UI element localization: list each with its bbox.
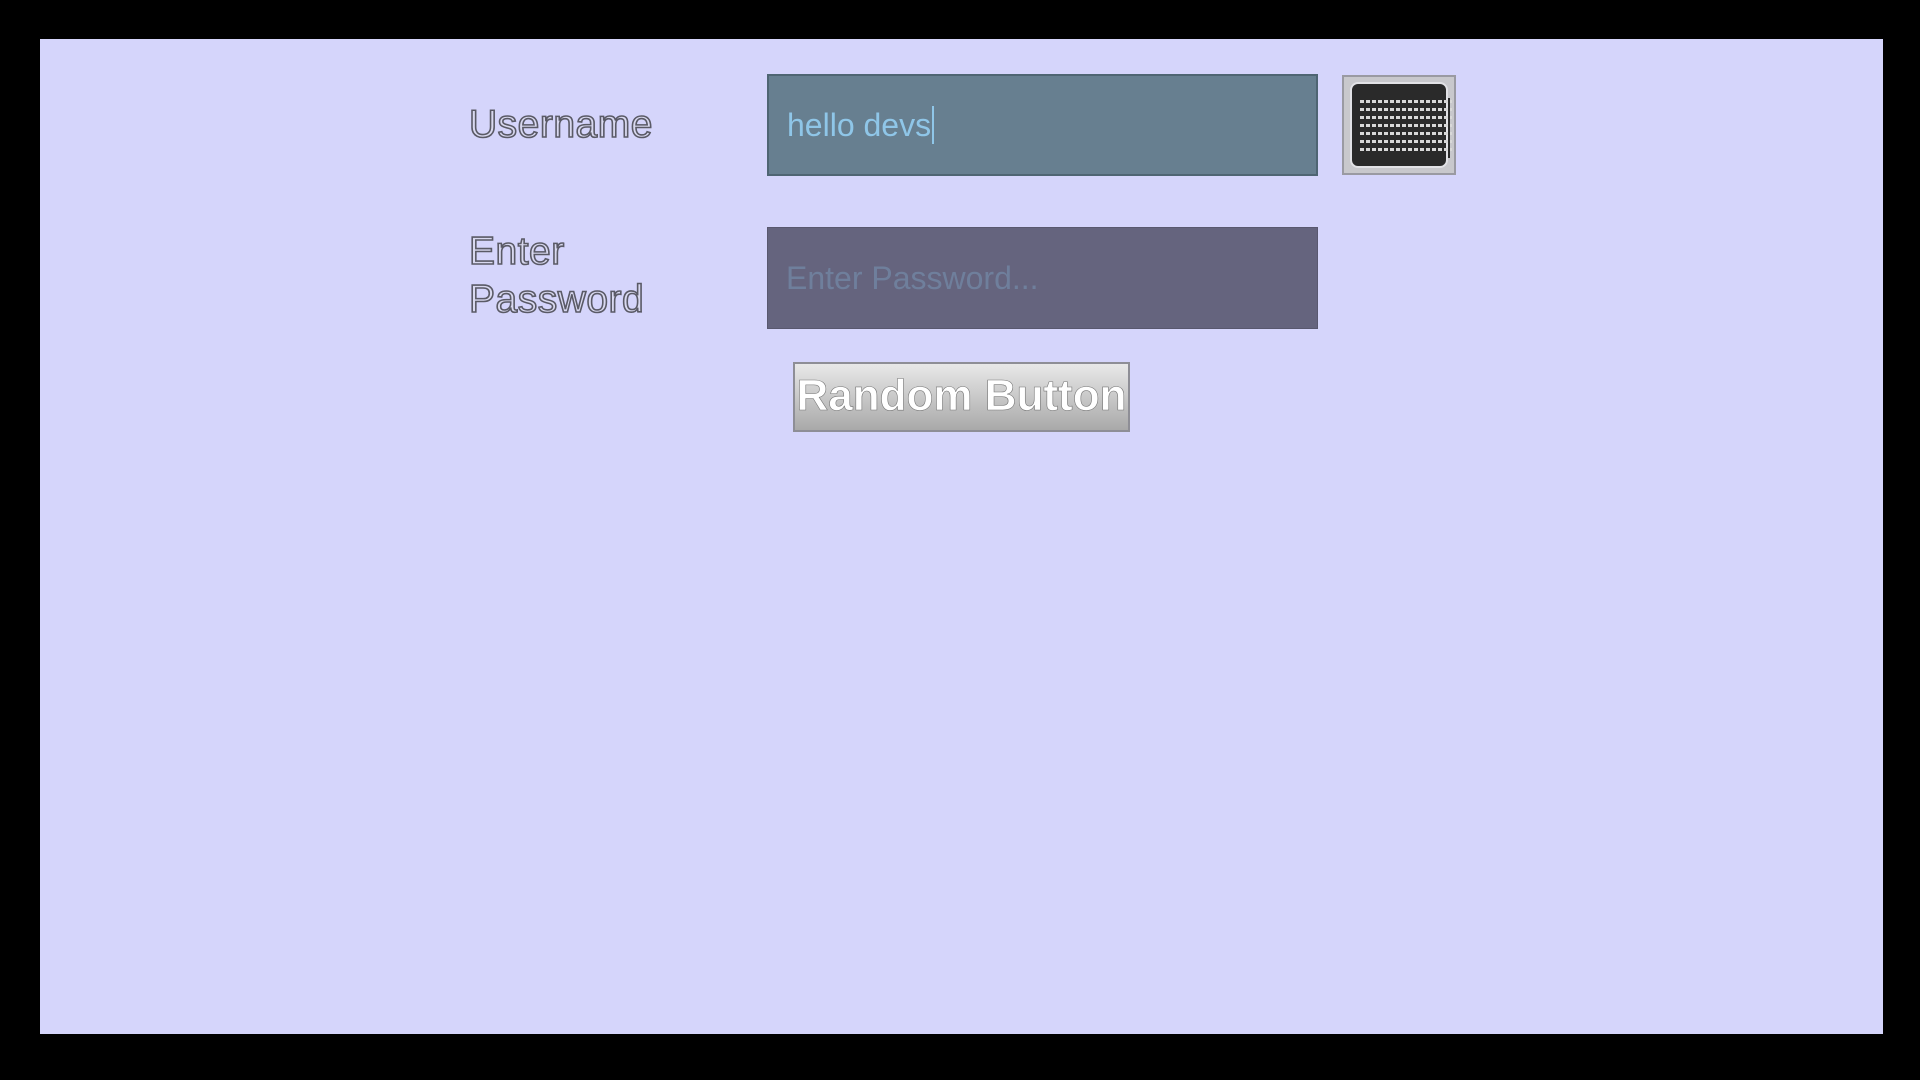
random-button[interactable]: Random Button (793, 362, 1130, 432)
text-caret (932, 106, 935, 144)
password-placeholder: Enter Password... (786, 259, 1039, 296)
device-frame: Username hello devs Enter Password Enter… (0, 0, 1920, 1080)
app-screen: Username hello devs Enter Password Enter… (40, 39, 1883, 1034)
password-field[interactable]: Enter Password... (767, 227, 1318, 329)
keyboard-icon (1350, 82, 1452, 168)
username-field[interactable]: hello devs (767, 74, 1318, 176)
password-label: Enter Password (468, 229, 645, 322)
username-value: hello devs (787, 106, 932, 143)
username-label: Username (468, 102, 653, 147)
keyboard-button[interactable] (1342, 75, 1456, 175)
